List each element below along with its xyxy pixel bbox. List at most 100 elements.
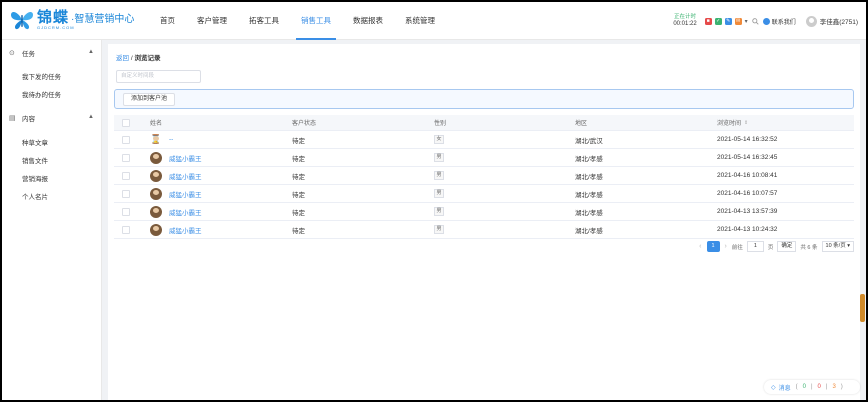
sidebar-item-my-issued-tasks[interactable]: 我下发的任务 bbox=[22, 71, 61, 81]
row-checkbox[interactable] bbox=[122, 225, 130, 234]
nav-system[interactable]: 系统管理 bbox=[397, 2, 443, 40]
select-cell bbox=[122, 131, 130, 148]
avatar bbox=[805, 15, 817, 27]
message-divider: | bbox=[810, 384, 813, 390]
name-cell: 威猛小霸王 bbox=[150, 167, 202, 184]
total-count: 共 6 条 bbox=[800, 244, 818, 251]
red-app-icon[interactable]: ■ bbox=[704, 17, 712, 25]
nav-reports[interactable]: 数据报表 bbox=[345, 2, 391, 40]
message-bar[interactable]: ◇ 消息 ( 0 | 0 | 3 ) bbox=[764, 380, 860, 394]
gender-badge: 男 bbox=[434, 207, 444, 216]
back-link[interactable]: 返回 bbox=[116, 55, 129, 62]
contact-us[interactable]: 联系我们 bbox=[762, 17, 796, 26]
page-unit: 页 bbox=[767, 244, 774, 251]
col-time-label: 浏览时间 bbox=[717, 121, 742, 127]
name-cell: ⌛ -- bbox=[150, 131, 173, 148]
row-checkbox[interactable] bbox=[122, 171, 130, 180]
main-content: 返回 / 浏览记录 自定义时间段 添加到客户池 姓名 客户状态 性别 地区 浏览… bbox=[108, 44, 860, 400]
customer-name-link[interactable]: 威猛小霸王 bbox=[169, 207, 202, 217]
sidebar-section-tasks[interactable]: ⊙ 任务 ▲ bbox=[2, 42, 102, 64]
message-count-orange: 3 bbox=[832, 384, 836, 390]
nav-home[interactable]: 首页 bbox=[152, 2, 183, 40]
col-status: 客户状态 bbox=[292, 121, 317, 127]
region-cell: 湖北/武汉 bbox=[575, 137, 603, 145]
table-row[interactable]: 威猛小霸王 待定 男 湖北/孝感 2021-04-13 13:57:39 bbox=[114, 203, 854, 221]
orange-mail-icon[interactable]: ✉ bbox=[734, 17, 742, 25]
name-cell: 威猛小霸王 bbox=[150, 203, 202, 220]
table-row[interactable]: 威猛小霸王 待定 男 湖北/孝感 2021-04-13 10:24:32 bbox=[114, 221, 854, 239]
row-checkbox[interactable] bbox=[122, 153, 130, 162]
chevron-up-icon: ▲ bbox=[88, 114, 94, 120]
chevron-up-icon: ▲ bbox=[88, 49, 94, 55]
time-cell: 2021-04-13 13:57:39 bbox=[717, 208, 778, 215]
next-page-icon[interactable]: › bbox=[725, 243, 727, 250]
customer-name-link[interactable]: 威猛小霸王 bbox=[169, 153, 202, 163]
name-cell: 威猛小霸王 bbox=[150, 185, 202, 202]
sidebar-item-articles[interactable]: 种草文章 bbox=[22, 137, 48, 147]
customer-name-link[interactable]: -- bbox=[169, 136, 173, 143]
time-cell: 2021-04-13 10:24:32 bbox=[717, 226, 778, 233]
page-size-select[interactable]: 10 条/页 ▾ bbox=[821, 241, 854, 252]
current-page[interactable]: 1 bbox=[706, 241, 720, 252]
header-tools: 正在计时 00:01:22 ■ ✓ ✎ ✉ ▾ 联系我们 李佳鑫(2751) bbox=[673, 2, 858, 40]
gender-cell: 男 bbox=[434, 149, 444, 166]
section-title: 任务 bbox=[22, 51, 35, 58]
scrollbar-handle[interactable] bbox=[860, 294, 865, 322]
customer-name-link[interactable]: 威猛小霸王 bbox=[169, 189, 202, 199]
prev-page-icon[interactable]: ‹ bbox=[699, 243, 701, 250]
row-checkbox[interactable] bbox=[122, 207, 130, 216]
gender-badge: 男 bbox=[434, 225, 444, 234]
nav-sales-tools[interactable]: 销售工具 bbox=[293, 2, 339, 40]
sidebar-item-sales-files[interactable]: 销售文件 bbox=[22, 155, 48, 165]
search-icon[interactable] bbox=[751, 17, 759, 25]
logo[interactable]: 锦蝶 ·智慧营销中心 GJDCRM.COM bbox=[10, 9, 134, 31]
col-name: 姓名 bbox=[150, 121, 163, 127]
avatar bbox=[150, 169, 162, 182]
brand-domain: GJDCRM.COM bbox=[37, 25, 75, 30]
table-row[interactable]: 威猛小霸王 待定 男 湖北/孝感 2021-04-16 10:08:41 bbox=[114, 167, 854, 185]
table-row[interactable]: 威猛小霸王 待定 男 湖北/孝感 2021-05-14 16:32:45 bbox=[114, 149, 854, 167]
message-divider: | bbox=[825, 384, 828, 390]
gender-badge: 女 bbox=[434, 135, 444, 144]
sidebar-item-posters[interactable]: 营销海报 bbox=[22, 173, 48, 183]
chevron-down-icon[interactable]: ▾ bbox=[745, 18, 748, 25]
sort-icon[interactable]: ⇕ bbox=[744, 120, 748, 126]
blue-edit-icon[interactable]: ✎ bbox=[724, 17, 732, 25]
message-open: ( bbox=[795, 384, 798, 390]
table-body: ⌛ -- 待定女湖北/武汉 2021-05-14 16:32:52 威猛小霸王 待定男湖北… bbox=[114, 131, 854, 239]
nav-customers[interactable]: 客户管理 bbox=[189, 2, 235, 40]
select-all-checkbox[interactable] bbox=[122, 118, 130, 127]
call-timer[interactable]: 正在计时 00:01:22 bbox=[673, 14, 696, 27]
nav-acquisition-tools[interactable]: 拓客工具 bbox=[241, 2, 287, 40]
gender-badge: 男 bbox=[434, 171, 444, 180]
status-cell: 待定 bbox=[292, 227, 305, 235]
brand-name: 锦蝶 bbox=[37, 9, 70, 26]
date-range-input[interactable]: 自定义时间段 bbox=[116, 70, 201, 83]
time-cell: 2021-04-16 10:08:41 bbox=[717, 172, 778, 179]
goto-confirm-button[interactable]: 确定 bbox=[777, 241, 797, 252]
select-all-cell bbox=[122, 115, 130, 130]
row-checkbox[interactable] bbox=[122, 135, 130, 144]
sidebar-item-business-card[interactable]: 个人名片 bbox=[22, 191, 48, 201]
sidebar-item-my-todo-tasks[interactable]: 我待办的任务 bbox=[22, 89, 61, 99]
status-cell: 待定 bbox=[292, 191, 305, 199]
table-row[interactable]: ⌛ -- 待定 女 湖北/武汉 2021-05-14 16:32:52 bbox=[114, 131, 854, 149]
gender-cell: 男 bbox=[434, 203, 444, 220]
gender-cell: 男 bbox=[434, 185, 444, 202]
col-time[interactable]: 浏览时间 ⇕ bbox=[717, 115, 748, 130]
customer-name-link[interactable]: 威猛小霸王 bbox=[169, 225, 202, 235]
sidebar-section-content[interactable]: ▤ 内容 ▲ bbox=[2, 107, 102, 129]
green-check-icon[interactable]: ✓ bbox=[714, 17, 722, 25]
avatar bbox=[150, 187, 162, 200]
goto-page-input[interactable]: 1 bbox=[746, 241, 764, 252]
name-cell: 威猛小霸王 bbox=[150, 221, 202, 238]
user-menu[interactable]: 李佳鑫(2751) bbox=[805, 15, 858, 27]
customer-name-link[interactable]: 威猛小霸王 bbox=[169, 171, 202, 181]
page-size-value: 10 条/页 bbox=[825, 243, 846, 249]
row-checkbox[interactable] bbox=[122, 189, 130, 198]
visit-records-table: 姓名 客户状态 性别 地区 浏览时间 ⇕ ⌛ -- 待定 女 湖北/武汉 2021-05-… bbox=[114, 115, 854, 239]
add-to-pool-button[interactable]: 添加到客户池 bbox=[123, 93, 176, 106]
name-cell: 威猛小霸王 bbox=[150, 149, 202, 166]
table-row[interactable]: 威猛小霸王 待定 男 湖北/孝感 2021-04-16 10:07:57 bbox=[114, 185, 854, 203]
app-frame: 锦蝶 ·智慧营销中心 GJDCRM.COM 首页 客户管理 拓客工具 销售工具 数… bbox=[2, 2, 866, 400]
